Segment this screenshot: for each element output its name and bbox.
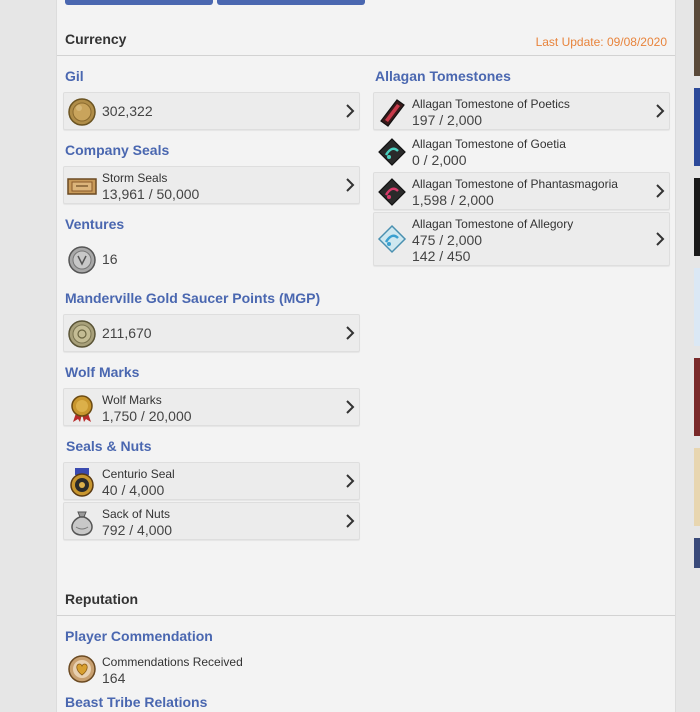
tomestone-allegory-row[interactable]: Allagan Tomestone of Allegory 475 / 2,00… <box>373 212 670 266</box>
thumb-strip-3 <box>694 178 700 256</box>
ventures-category: Ventures <box>65 216 125 232</box>
commendations-name: Commendations Received <box>102 655 243 669</box>
chevron-right-icon <box>345 326 355 340</box>
thumb-strip-7 <box>694 538 700 568</box>
tomestone-allegory-name: Allagan Tomestone of Allegory <box>412 217 574 231</box>
beast-tribe-category[interactable]: Beast Tribe Relations <box>65 694 207 710</box>
centurio-seal-name: Centurio Seal <box>102 467 175 481</box>
thumb-strip-5 <box>694 358 700 436</box>
currency-header: Currency Last Update: 09/08/2020 <box>57 29 675 56</box>
venture-coin-icon <box>67 245 97 275</box>
currency-title: Currency <box>65 31 127 47</box>
commendations-value: 164 <box>102 670 126 686</box>
mgp-category: Manderville Gold Saucer Points (MGP) <box>65 290 321 306</box>
tomestone-phantasmagoria-name: Allagan Tomestone of Phantasmagoria <box>412 177 618 191</box>
tomestone-allegory-value: 475 / 2,000 <box>412 232 483 248</box>
player-commendation-category: Player Commendation <box>65 628 213 644</box>
tomestone-allegory-icon <box>377 224 407 254</box>
gil-row[interactable]: 302,322 <box>63 92 360 130</box>
storm-seals-icon <box>67 171 97 201</box>
tomestone-phantasmagoria-icon <box>377 177 407 207</box>
tomestone-allegory-weekly-value: 142 / 450 <box>412 248 471 264</box>
chevron-right-icon <box>655 184 665 198</box>
wolf-marks-name: Wolf Marks <box>102 393 162 407</box>
sack-of-nuts-value: 792 / 4,000 <box>102 522 173 538</box>
wolf-mark-medal-icon <box>67 393 97 423</box>
wolf-marks-row[interactable]: Wolf Marks 1,750 / 20,000 <box>63 388 360 426</box>
ventures-value: 16 <box>102 251 118 267</box>
storm-seals-value: 13,961 / 50,000 <box>102 186 200 202</box>
commendation-heart-icon <box>67 654 97 684</box>
tomestone-goetia-row: Allagan Tomestone of Goetia 0 / 2,000 <box>373 132 670 170</box>
tomestone-goetia-icon <box>377 137 407 167</box>
chevron-right-icon <box>345 474 355 488</box>
tomestone-goetia-name: Allagan Tomestone of Goetia <box>412 137 566 151</box>
thumb-strip-6 <box>694 448 700 526</box>
chevron-right-icon <box>345 178 355 192</box>
storm-seals-row[interactable]: Storm Seals 13,961 / 50,000 <box>63 166 360 204</box>
sack-of-nuts-row[interactable]: Sack of Nuts 792 / 4,000 <box>63 502 360 540</box>
last-update-text: Last Update: 09/08/2020 <box>535 35 667 49</box>
top-button-left[interactable] <box>65 0 213 5</box>
centurio-seal-value: 40 / 4,000 <box>102 482 165 498</box>
gil-value: 302,322 <box>102 103 153 119</box>
chevron-right-icon <box>345 514 355 528</box>
tomestone-phantasmagoria-row[interactable]: Allagan Tomestone of Phantasmagoria 1,59… <box>373 172 670 210</box>
sack-of-nuts-name: Sack of Nuts <box>102 507 171 521</box>
wolf-marks-category: Wolf Marks <box>65 364 140 380</box>
seals-nuts-category: Seals & Nuts <box>66 438 152 454</box>
tomestones-category: Allagan Tomestones <box>375 68 511 84</box>
company-seals-category: Company Seals <box>65 142 170 158</box>
reputation-header: Reputation <box>57 589 675 616</box>
tomestone-poetics-name: Allagan Tomestone of Poetics <box>412 97 570 111</box>
centurio-seal-icon <box>67 467 97 497</box>
mgp-coin-icon <box>67 319 97 349</box>
chevron-right-icon <box>345 400 355 414</box>
ventures-row: 16 <box>63 240 360 278</box>
wolf-marks-value: 1,750 / 20,000 <box>102 408 192 424</box>
sack-of-nuts-icon <box>67 507 97 537</box>
tomestone-poetics-value: 197 / 2,000 <box>412 112 483 128</box>
storm-seals-name: Storm Seals <box>102 171 168 185</box>
tomestone-goetia-value: 0 / 2,000 <box>412 152 467 168</box>
thumb-strip-4 <box>694 268 700 346</box>
reputation-title: Reputation <box>65 591 139 607</box>
tomestone-poetics-icon <box>377 97 407 127</box>
chevron-right-icon <box>345 104 355 118</box>
mgp-value: 211,670 <box>102 325 152 341</box>
gil-coin-icon <box>67 97 97 127</box>
gil-category: Gil <box>65 68 84 84</box>
tomestone-poetics-row[interactable]: Allagan Tomestone of Poetics 197 / 2,000 <box>373 92 670 130</box>
thumb-strip-1 <box>694 0 700 76</box>
top-button-right[interactable] <box>217 0 365 5</box>
chevron-right-icon <box>655 104 665 118</box>
commendations-row: Commendations Received 164 <box>63 650 360 688</box>
character-panel: Currency Last Update: 09/08/2020 Gil 302… <box>56 0 676 712</box>
chevron-right-icon <box>655 232 665 246</box>
mgp-row[interactable]: 211,670 <box>63 314 360 352</box>
centurio-seal-row[interactable]: Centurio Seal 40 / 4,000 <box>63 462 360 500</box>
thumb-strip-2 <box>694 88 700 166</box>
tomestone-phantasmagoria-value: 1,598 / 2,000 <box>412 192 494 208</box>
